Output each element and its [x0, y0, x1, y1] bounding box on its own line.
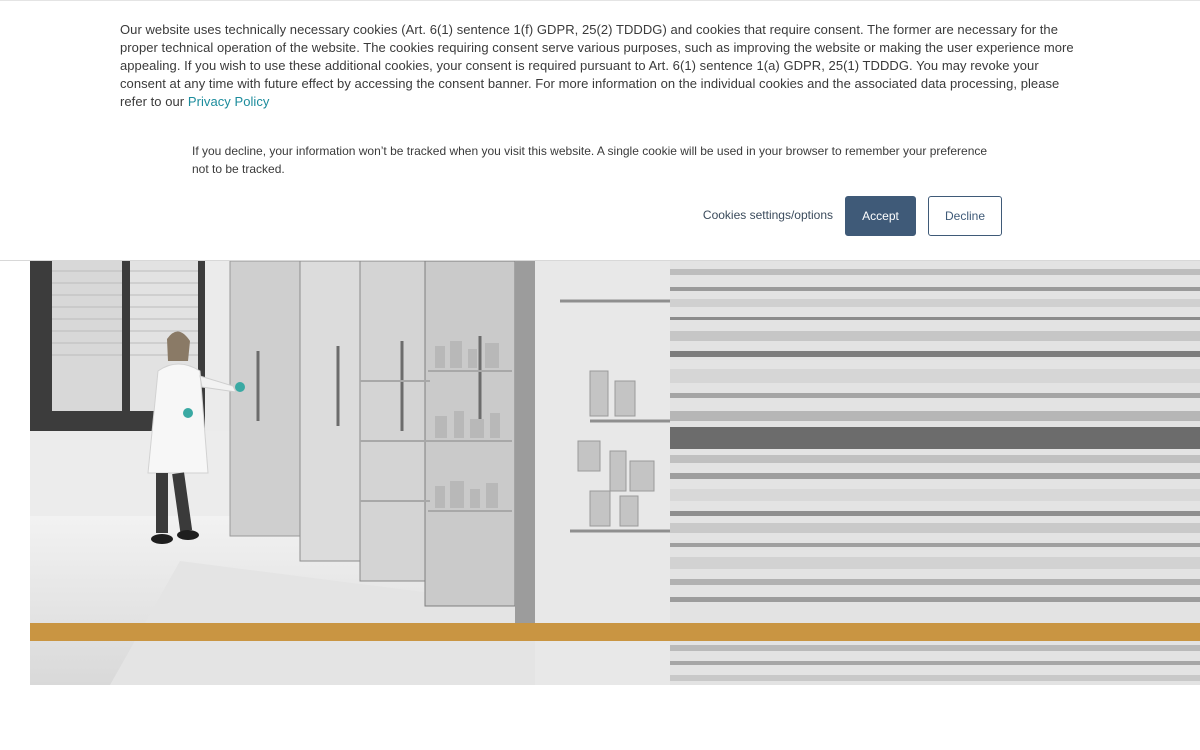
page: Our website uses technically necessary c… — [0, 0, 1200, 750]
cookie-actions: Cookies settings/options Accept Decline — [0, 196, 1002, 236]
gold-accent-band — [30, 623, 1200, 641]
privacy-policy-link[interactable]: Privacy Policy — [188, 94, 270, 109]
cookie-settings-link[interactable]: Cookies settings/options — [703, 208, 833, 222]
accept-button[interactable]: Accept — [845, 196, 916, 236]
lab-photo — [30, 261, 1200, 685]
cookie-decline-info: If you decline, your information won’t b… — [192, 144, 988, 176]
hero-image — [30, 261, 1200, 685]
cookie-consent-banner: Our website uses technically necessary c… — [0, 0, 1200, 261]
cookie-main-text: Our website uses technically necessary c… — [120, 21, 1085, 111]
decline-button[interactable]: Decline — [928, 196, 1002, 236]
